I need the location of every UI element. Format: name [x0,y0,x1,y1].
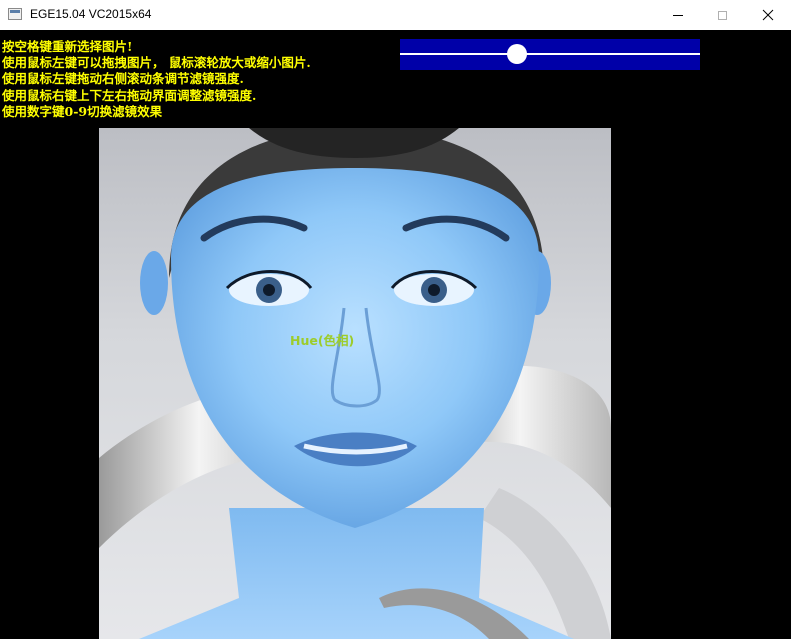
maximize-icon [717,10,727,20]
help-line: 使用鼠标右键上下左右拖动界面调整滤镜强度. [2,87,257,103]
close-button[interactable] [745,0,791,30]
filter-name-label: Hue(色相) [290,333,355,348]
minimize-button[interactable] [655,0,701,30]
maximize-button[interactable] [699,0,745,30]
filter-strength-slider[interactable] [400,39,700,70]
slider-track-line [400,53,700,55]
title-bar[interactable]: EGE15.04 VC2015x64 [0,0,791,30]
window-title: EGE15.04 VC2015x64 [30,7,152,21]
minimize-icon [673,14,683,16]
slider-thumb[interactable] [507,44,527,64]
render-canvas[interactable]: 按空格键重新选择图片! 使用鼠标左键可以拖拽图片， 鼠标滚轮放大或缩小图片. 使… [0,30,791,639]
filtered-photo[interactable]: Hue(色相) [99,128,611,639]
help-text: 按空格键重新选择图片! 使用鼠标左键可以拖拽图片， 鼠标滚轮放大或缩小图片. 使… [2,39,311,120]
help-line: 按空格键重新选择图片! [2,39,133,54]
close-icon [762,9,774,21]
help-line: 使用数字键0-9切换滤镜效果 [2,103,163,119]
window-app-icon [8,8,22,20]
help-line: 使用鼠标左键可以拖拽图片， 鼠标滚轮放大或缩小图片. [2,55,311,71]
help-line: 使用鼠标左键拖动右侧滚动条调节滤镜强度. [2,71,244,87]
portrait-image [99,128,611,639]
